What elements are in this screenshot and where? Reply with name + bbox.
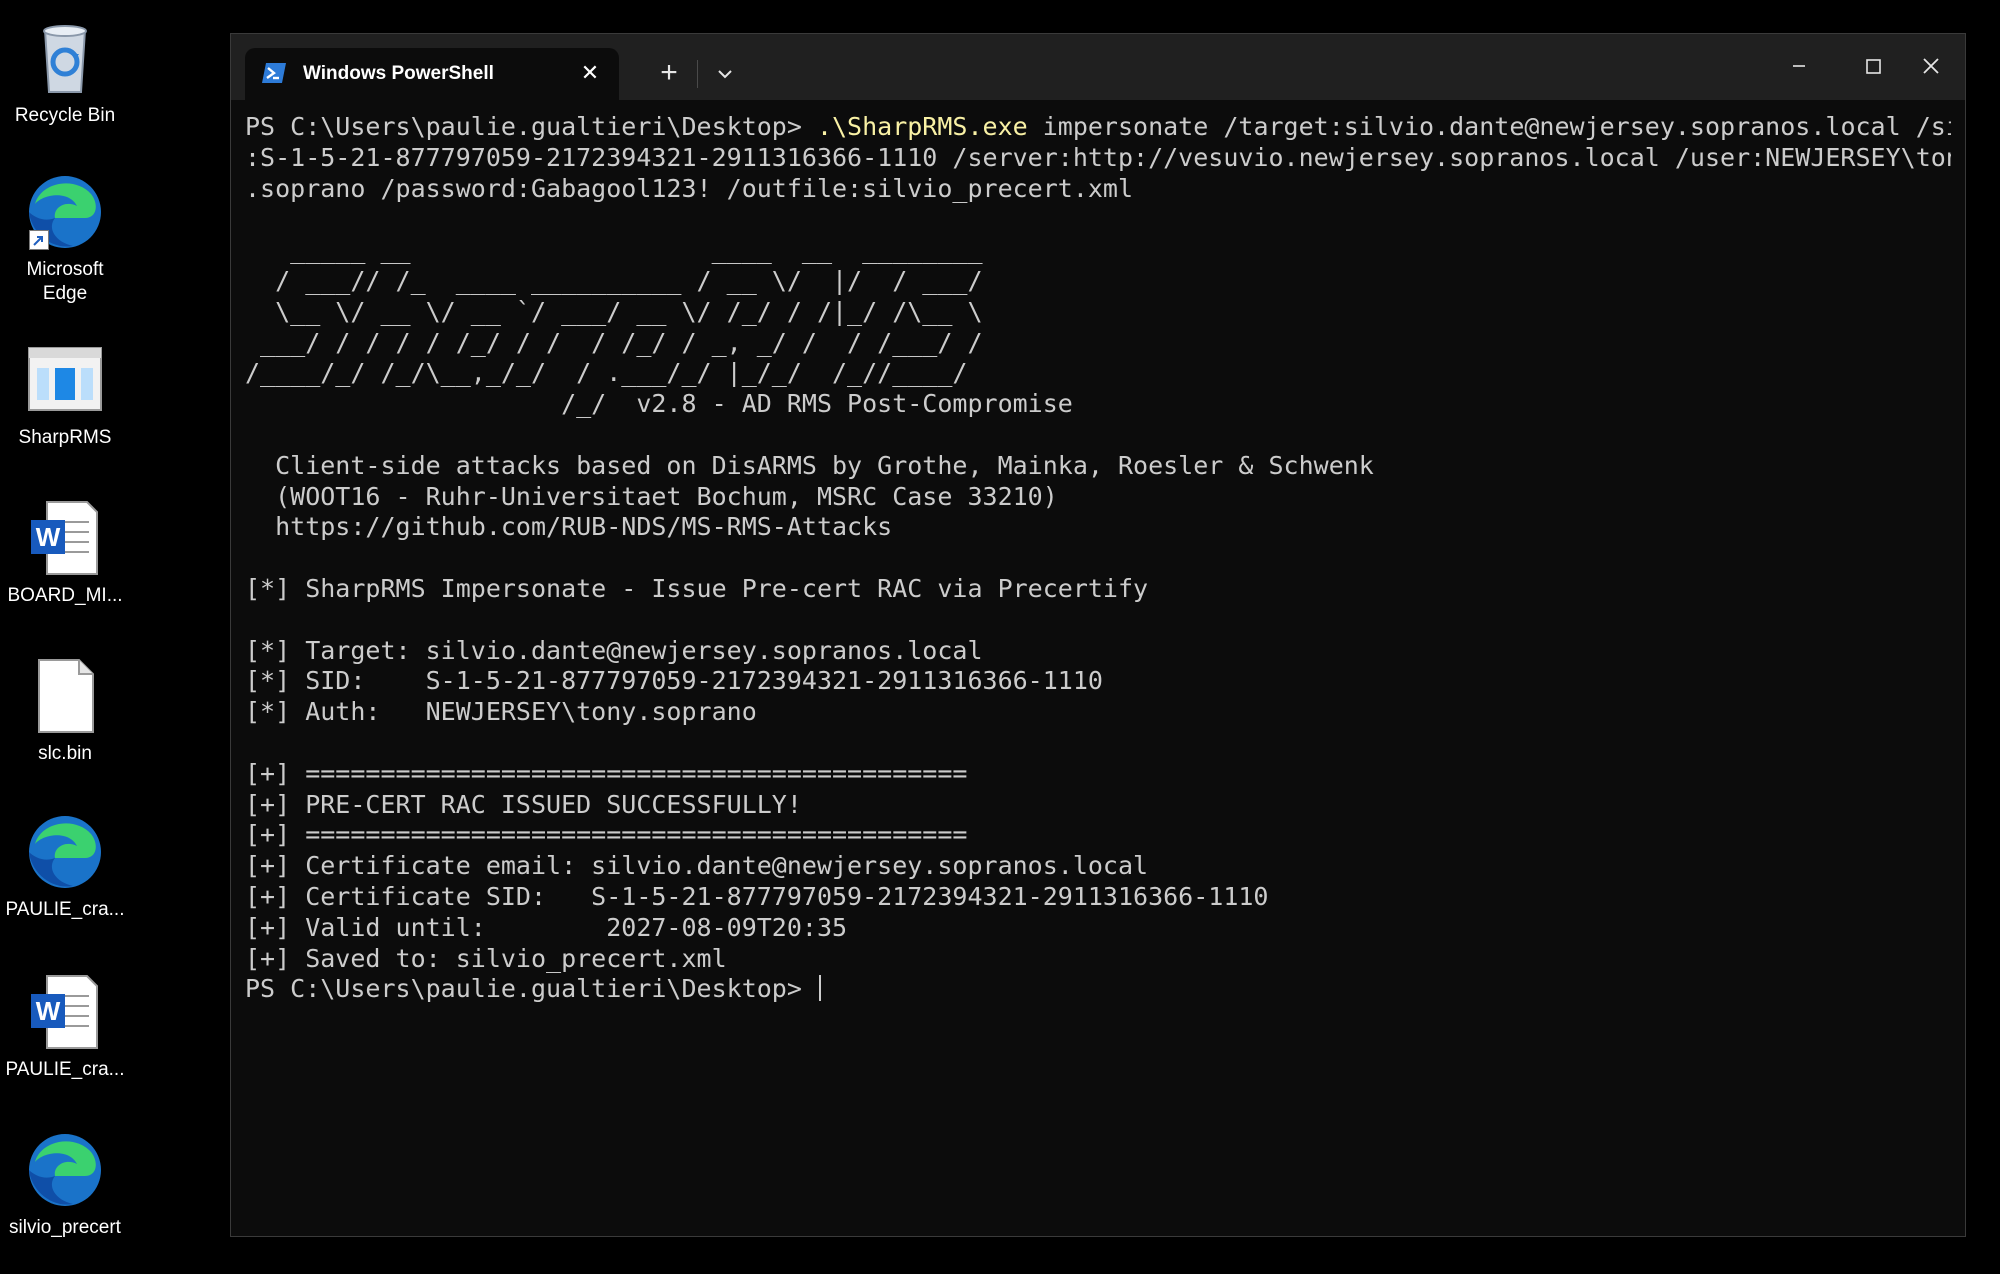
terminal-line: [+] Certificate SID: S-1-5-21-877797059-… <box>245 881 1269 911</box>
desktop-icon-silvio-precert[interactable]: silvio_precert <box>0 1130 130 1240</box>
terminal-prompt: PS C:\Users\paulie.gualtieri\Desktop> <box>245 974 817 1004</box>
minimize-icon <box>1767 65 1831 90</box>
close-icon <box>1899 58 1963 90</box>
desktop: Recycle Bin Microsoft Edge SharpRMS W BO… <box>0 0 2000 1274</box>
desktop-icon-label: silvio_precert <box>9 1217 121 1238</box>
terminal-cursor <box>818 975 821 1002</box>
chevron-down-icon <box>705 70 745 98</box>
word-document-icon: W <box>25 972 105 1052</box>
desktop-icon-label: PAULIE_cra... <box>5 899 125 920</box>
desktop-icon-label: PAULIE_cra... <box>5 1059 125 1080</box>
tab-windows-powershell[interactable]: Windows PowerShell ✕ <box>245 48 619 100</box>
terminal-line: ___/ / / / / /_/ / / / /_/ / _, _/ / / /… <box>245 327 998 357</box>
terminal-line: [*] Auth: NEWJERSEY\tony.soprano <box>245 697 757 727</box>
terminal-line: _____ __ ____ __ ________ <box>245 235 983 265</box>
terminal-line: (WOOT16 - Ruhr-Universitaet Bochum, MSRC… <box>245 481 1058 511</box>
terminal-line: /_/ v2.8 - AD RMS Post-Compromise <box>245 389 1073 419</box>
close-button[interactable] <box>1899 46 1963 86</box>
desktop-icon-label: slc.bin <box>38 743 92 764</box>
desktop-icon-slc-bin[interactable]: slc.bin <box>0 656 130 766</box>
desktop-icon-microsoft-edge[interactable]: Microsoft Edge <box>0 172 130 306</box>
terminal-line: / ___// /_ ____ __________ / __ \/ |/ / … <box>245 265 983 295</box>
desktop-icon-label: Microsoft Edge <box>26 259 104 304</box>
tab-divider <box>697 60 698 88</box>
app-window-icon <box>25 340 105 420</box>
word-document-icon: W <box>25 498 105 578</box>
terminal-line: [+] Valid until: 2027-08-09T20:35 <box>245 912 848 942</box>
desktop-icon-sharprms[interactable]: SharpRMS <box>0 340 130 450</box>
powershell-window[interactable]: Windows PowerShell ✕ + PS C:\Users\pauli… <box>230 33 1966 1237</box>
svg-text:W: W <box>36 522 61 552</box>
terminal-line: [+] PRE-CERT RAC ISSUED SUCCESSFULLY! <box>245 789 802 819</box>
desktop-icon-paulie-cra-html[interactable]: PAULIE_cra... <box>0 812 130 922</box>
terminal-line: [+] Certificate email: silvio.dante@newj… <box>245 851 1149 881</box>
terminal-line: /____/_/ /_/\__,_/_/ / .___/_/ |_/_/ /_/… <box>245 358 998 388</box>
tab-dropdown-button[interactable] <box>705 54 745 94</box>
tab-title: Windows PowerShell <box>303 63 494 84</box>
blank-file-icon <box>25 656 105 736</box>
terminal-command-args: impersonate /target:silvio.dante@newjers… <box>1027 112 1951 141</box>
maximize-button[interactable] <box>1841 46 1905 86</box>
terminal-line: :S-1-5-21-877797059-2172394321-291131636… <box>245 142 1951 172</box>
edge-icon <box>25 812 105 892</box>
terminal-line: [+] ====================================… <box>245 758 968 788</box>
edge-icon <box>25 1130 105 1210</box>
desktop-icon-recycle-bin[interactable]: Recycle Bin <box>0 18 130 128</box>
terminal-line: [*] SID: S-1-5-21-877797059-2172394321-2… <box>245 666 1103 696</box>
desktop-icon-label: Recycle Bin <box>14 105 116 126</box>
terminal-command-exe: .\SharpRMS.exe <box>816 112 1028 141</box>
terminal-line: [+] ====================================… <box>245 820 968 850</box>
desktop-icon-board-mi[interactable]: W BOARD_MI... <box>0 498 130 608</box>
terminal-line: [*] Target: silvio.dante@newjersey.sopra… <box>245 635 983 665</box>
terminal-line: Client-side attacks based on DisARMS by … <box>245 450 1374 480</box>
terminal-command-line: PS C:\Users\paulie.gualtieri\Desktop> .\… <box>245 112 1951 143</box>
recycle-bin-icon <box>25 18 105 98</box>
terminal-line: [*] SharpRMS Impersonate - Issue Pre-cer… <box>245 573 1149 603</box>
edge-icon <box>25 172 105 252</box>
terminal-line: .soprano /password:Gabagool123! /outfile… <box>245 173 1134 203</box>
desktop-icon-label: BOARD_MI... <box>7 585 123 606</box>
maximize-icon <box>1841 59 1905 90</box>
terminal-line: [+] Saved to: silvio_precert.xml <box>245 943 727 973</box>
terminal-line: \__ \/ __ \/ __ `/ ___/ __ \/ /_/ / /|_/… <box>245 296 998 326</box>
terminal-prompt: PS C:\Users\paulie.gualtieri\Desktop> <box>245 112 817 141</box>
shortcut-arrow-icon <box>29 230 49 250</box>
new-tab-button[interactable]: + <box>649 54 689 94</box>
desktop-icon-label: SharpRMS <box>18 427 112 448</box>
title-bar[interactable]: Windows PowerShell ✕ + <box>231 34 1965 100</box>
powershell-icon <box>261 61 287 85</box>
minimize-button[interactable] <box>1767 46 1831 86</box>
desktop-icon-paulie-cra-doc[interactable]: W PAULIE_cra... <box>0 972 130 1082</box>
terminal-final-prompt-line[interactable]: PS C:\Users\paulie.gualtieri\Desktop> <box>245 974 1951 1005</box>
tab-close-icon[interactable]: ✕ <box>577 60 603 86</box>
terminal-line: https://github.com/RUB-NDS/MS-RMS-Attack… <box>245 512 893 542</box>
svg-text:W: W <box>36 996 61 1026</box>
terminal-output[interactable]: PS C:\Users\paulie.gualtieri\Desktop> .\… <box>245 112 1951 1222</box>
